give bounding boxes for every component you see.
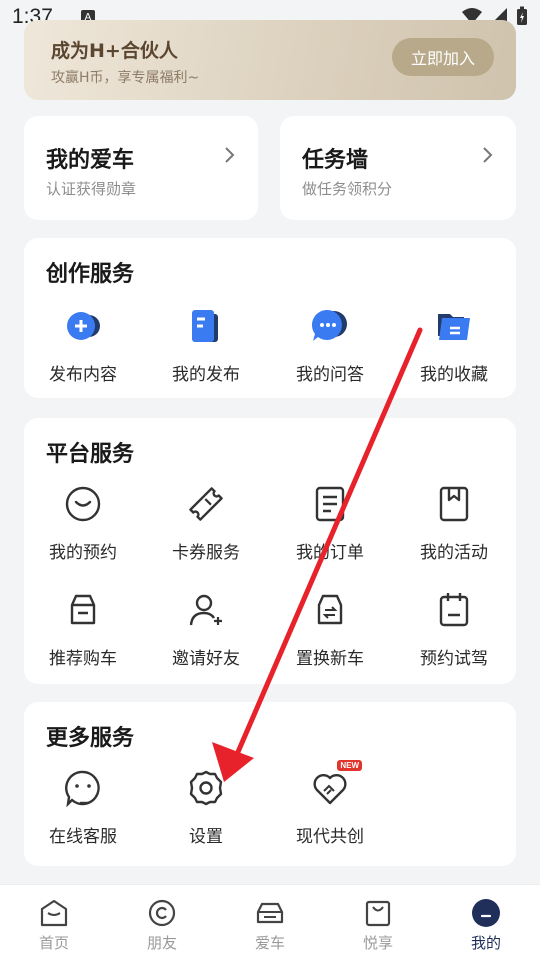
my-car-subtitle: 认证获得勋章 [46, 180, 137, 198]
profile-icon [470, 897, 502, 929]
heart-handshake-icon: NEW [310, 760, 362, 808]
invite-friends-item[interactable]: 邀请好友 [144, 590, 268, 669]
platform-services-card: 平台服务 我的预约 卡券服务 我的订单 我的活动 推荐购车 邀请好友 置换新车 … [24, 418, 516, 684]
my-car-card[interactable]: 我的爱车 认证获得勋章 [24, 116, 258, 220]
calendar-icon [434, 590, 474, 630]
customer-service-icon [63, 768, 103, 808]
my-car-title: 我的爱车 [46, 148, 135, 173]
settings-item[interactable]: 设置 [144, 768, 268, 847]
bottom-navigation: 首页 朋友 爱车 悦享 我的 [0, 884, 540, 960]
trade-in-item[interactable]: 置换新车 [268, 590, 392, 669]
home-icon [38, 897, 70, 929]
my-favorites-item[interactable]: 我的收藏 [392, 306, 516, 385]
clock-icon [63, 484, 103, 524]
chat-bubble-icon [310, 306, 350, 346]
nav-friends[interactable]: 朋友 [108, 885, 216, 960]
more-services-card: 更多服务 在线客服 设置 NEW 现代共创 [24, 702, 516, 866]
test-drive-item[interactable]: 预约试驾 [392, 590, 516, 669]
item-label: 推荐购车 [49, 649, 117, 669]
co-creation-item[interactable]: NEW 现代共创 [268, 760, 392, 847]
ticket-icon [186, 484, 226, 524]
join-now-button[interactable]: 立即加入 [392, 38, 494, 76]
nav-label: 悦享 [362, 934, 393, 952]
my-qa-item[interactable]: 我的问答 [268, 306, 392, 385]
item-label: 我的收藏 [420, 365, 488, 385]
my-orders-item[interactable]: 我的订单 [268, 484, 392, 563]
item-label: 卡券服务 [172, 543, 240, 563]
creation-services-card: 创作服务 发布内容 我的发布 我的问答 我的收藏 [24, 238, 516, 398]
friends-circle-icon [146, 897, 178, 929]
coupon-service-item[interactable]: 卡券服务 [144, 484, 268, 563]
nav-home[interactable]: 首页 [0, 885, 108, 960]
section-title: 平台服务 [46, 442, 135, 467]
nav-label: 朋友 [146, 934, 177, 952]
nav-label: 首页 [38, 934, 69, 952]
item-label: 现代共创 [296, 827, 364, 847]
car-icon [63, 590, 103, 630]
item-label: 我的预约 [49, 543, 117, 563]
nav-me[interactable]: 我的 [432, 885, 540, 960]
task-wall-subtitle: 做任务领积分 [302, 180, 393, 198]
item-label: 我的活动 [420, 543, 488, 563]
car-exchange-icon [310, 590, 350, 630]
task-wall-title: 任务墙 [302, 148, 369, 173]
new-badge: NEW [337, 760, 362, 771]
bookmark-icon [434, 484, 474, 524]
folder-icon [434, 306, 474, 346]
battery-icon [517, 6, 527, 25]
item-label: 预约试驾 [420, 649, 488, 669]
add-user-icon [186, 590, 226, 630]
recommend-purchase-item[interactable]: 推荐购车 [21, 590, 145, 669]
item-label: 设置 [189, 827, 223, 847]
car-front-icon [254, 897, 286, 929]
chevron-right-icon [225, 147, 235, 163]
item-label: 我的订单 [296, 543, 364, 563]
gear-icon [186, 768, 226, 808]
partner-banner[interactable]: 成为H+合伙人 攻赢H币，享专属福利~ 立即加入 [24, 20, 516, 100]
shopping-bag-icon [362, 897, 394, 929]
my-reservation-item[interactable]: 我的预约 [21, 484, 145, 563]
order-list-icon [310, 484, 350, 524]
publish-icon [63, 306, 103, 346]
item-label: 置换新车 [296, 649, 364, 669]
item-label: 我的问答 [296, 365, 364, 385]
publish-content-item[interactable]: 发布内容 [21, 306, 145, 385]
item-label: 发布内容 [49, 365, 117, 385]
chevron-right-icon [483, 147, 493, 163]
my-activities-item[interactable]: 我的活动 [392, 484, 516, 563]
document-icon [186, 306, 226, 346]
online-service-item[interactable]: 在线客服 [21, 768, 145, 847]
task-wall-card[interactable]: 任务墙 做任务领积分 [280, 116, 516, 220]
section-title: 创作服务 [46, 262, 135, 287]
item-label: 我的发布 [172, 365, 240, 385]
item-label: 在线客服 [49, 827, 117, 847]
nav-enjoy[interactable]: 悦享 [324, 885, 432, 960]
section-title: 更多服务 [46, 726, 135, 751]
nav-label: 爱车 [254, 934, 285, 952]
nav-my-car[interactable]: 爱车 [216, 885, 324, 960]
my-posts-item[interactable]: 我的发布 [144, 306, 268, 385]
banner-title: 成为H+合伙人 [51, 40, 178, 62]
item-label: 邀请好友 [172, 649, 240, 669]
nav-label: 我的 [470, 934, 501, 952]
banner-subtitle: 攻赢H币，享专属福利~ [51, 70, 200, 86]
